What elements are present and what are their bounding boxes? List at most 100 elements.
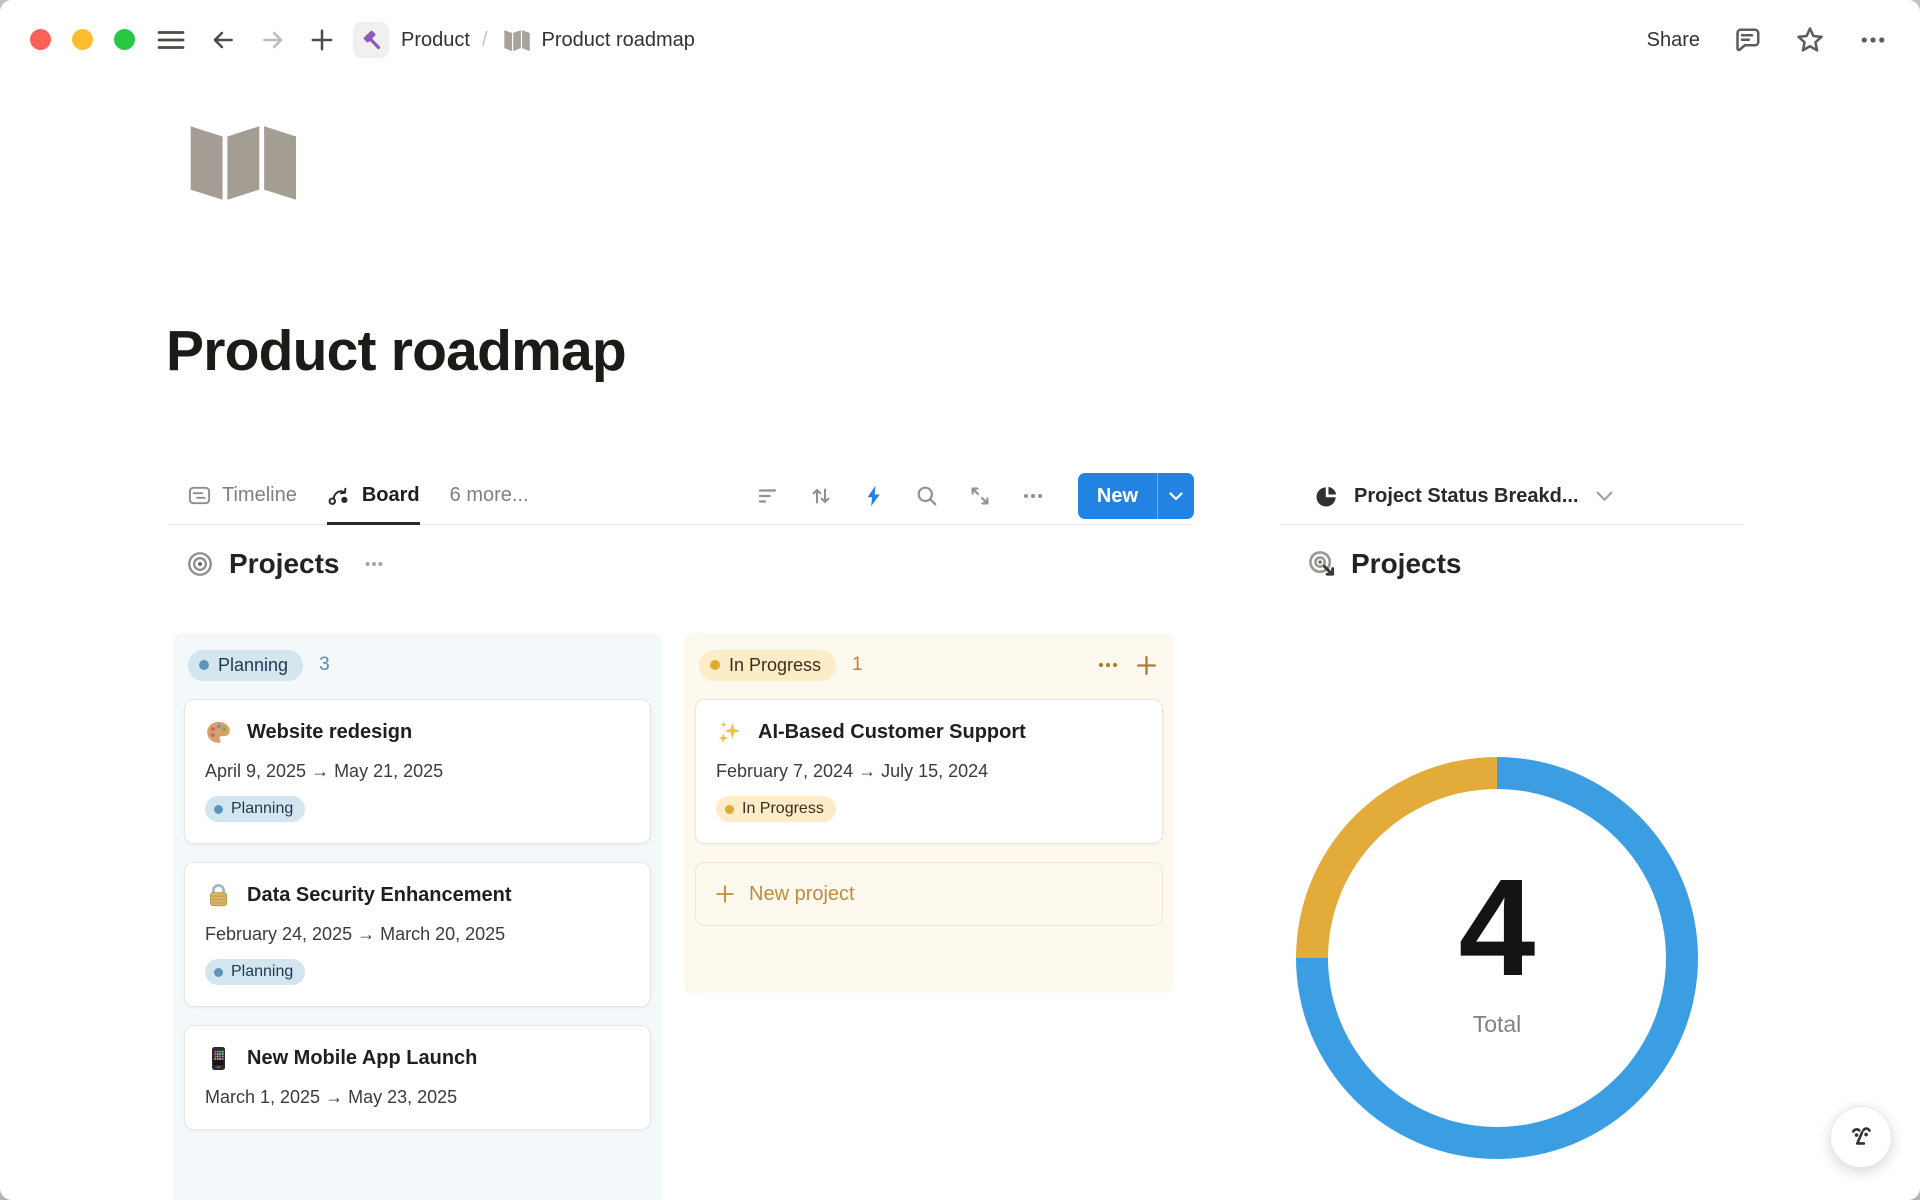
page-icon-map[interactable] bbox=[181, 112, 297, 210]
column-count: 1 bbox=[852, 654, 863, 676]
topbar-actions: Share bbox=[1647, 0, 1888, 80]
status-dot-yellow bbox=[710, 660, 720, 670]
card-website-redesign[interactable]: Website redesign April 9, 2025 → May 21,… bbox=[184, 699, 651, 844]
breadcrumb-workspace-chip[interactable] bbox=[353, 22, 389, 58]
breadcrumb-page-label[interactable]: Product roadmap bbox=[542, 29, 695, 52]
sort-button[interactable] bbox=[809, 484, 833, 508]
tab-timeline[interactable]: Timeline bbox=[188, 468, 297, 525]
chart-view-selector[interactable]: Project Status Breakd... bbox=[1281, 468, 1744, 525]
new-tab-button[interactable] bbox=[307, 0, 337, 80]
zoom-window-button[interactable] bbox=[114, 29, 135, 50]
new-button[interactable]: New bbox=[1078, 485, 1157, 508]
plus-icon bbox=[714, 883, 736, 905]
sparkles-icon bbox=[716, 719, 743, 746]
card-mobile-app[interactable]: New Mobile App Launch March 1, 2025 → Ma… bbox=[184, 1025, 651, 1130]
arrow-right-icon bbox=[260, 27, 286, 53]
search-button[interactable] bbox=[915, 484, 939, 508]
ai-assistant-button[interactable] bbox=[1830, 1106, 1892, 1168]
card-date-range: March 1, 2025 → May 23, 2025 bbox=[205, 1087, 630, 1108]
status-dot-yellow bbox=[725, 805, 734, 814]
arrow-left-icon bbox=[210, 27, 236, 53]
tab-board[interactable]: Board bbox=[327, 468, 420, 525]
new-dropdown-button[interactable] bbox=[1158, 473, 1194, 519]
target-icon bbox=[186, 550, 214, 578]
map-icon bbox=[502, 26, 530, 54]
card-title: Data Security Enhancement bbox=[247, 884, 512, 907]
app-window: Product / Product roadmap Share bbox=[0, 0, 1920, 1200]
column-planning: Planning 3 Website redesig bbox=[173, 633, 662, 1200]
status-dot-blue bbox=[199, 660, 209, 670]
pie-chart-icon bbox=[1314, 484, 1339, 509]
board-options-button[interactable] bbox=[362, 552, 386, 576]
plus-icon bbox=[309, 27, 335, 53]
column-add-card-button[interactable] bbox=[1133, 652, 1159, 678]
card-status-tag: Planning bbox=[205, 796, 305, 822]
chevron-down-icon bbox=[1169, 492, 1183, 501]
column-in-progress: In Progress 1 bbox=[684, 633, 1174, 993]
comments-button[interactable] bbox=[1732, 25, 1762, 55]
lightning-automations-button[interactable] bbox=[862, 484, 886, 508]
chart-view-selector-label: Project Status Breakd... bbox=[1354, 485, 1579, 508]
breadcrumb-workspace-label[interactable]: Product bbox=[401, 29, 470, 52]
board-section-title: Projects bbox=[229, 548, 340, 580]
card-status-tag: In Progress bbox=[716, 796, 836, 822]
card-title: Website redesign bbox=[247, 721, 412, 744]
new-button-group: New bbox=[1078, 473, 1194, 519]
status-label: In Progress bbox=[729, 655, 821, 676]
breadcrumb: Product / Product roadmap bbox=[353, 0, 695, 80]
timeline-icon bbox=[188, 484, 211, 507]
card-title: New Mobile App Launch bbox=[247, 1047, 477, 1070]
breadcrumb-separator: / bbox=[482, 29, 488, 52]
minimize-window-button[interactable] bbox=[72, 29, 93, 50]
tab-board-label: Board bbox=[362, 484, 420, 507]
column-in-progress-header: In Progress 1 bbox=[695, 644, 1163, 686]
column-more-button[interactable] bbox=[1095, 652, 1121, 678]
board-section: Timeline Board 6 more... bbox=[168, 468, 1194, 1200]
view-more-button[interactable] bbox=[1021, 484, 1045, 508]
card-status-tag-label: Planning bbox=[231, 963, 293, 981]
ai-face-icon bbox=[1843, 1119, 1879, 1155]
card-ai-support[interactable]: AI-Based Customer Support February 7, 20… bbox=[695, 699, 1163, 844]
filter-button[interactable] bbox=[756, 484, 780, 508]
tab-more-views[interactable]: 6 more... bbox=[450, 468, 529, 525]
status-pill-planning[interactable]: Planning bbox=[188, 650, 303, 681]
hamburger-icon bbox=[157, 29, 185, 51]
card-date-range: February 24, 2025 → March 20, 2025 bbox=[205, 924, 630, 945]
status-dot-blue bbox=[214, 805, 223, 814]
chevron-down-icon bbox=[1596, 491, 1613, 502]
card-date-range: April 9, 2025 → May 21, 2025 bbox=[205, 761, 630, 782]
back-button[interactable] bbox=[208, 0, 238, 80]
expand-view-button[interactable] bbox=[968, 484, 992, 508]
status-label: Planning bbox=[218, 655, 288, 676]
board-title-row: Projects bbox=[186, 548, 386, 580]
palette-icon bbox=[205, 719, 232, 746]
card-status-tag-label: Planning bbox=[231, 800, 293, 818]
close-window-button[interactable] bbox=[30, 29, 51, 50]
card-title: AI-Based Customer Support bbox=[758, 721, 1026, 744]
donut-center: 4 Total bbox=[1296, 757, 1698, 1159]
column-planning-header: Planning 3 bbox=[184, 644, 651, 686]
favorite-star-button[interactable] bbox=[1794, 24, 1826, 56]
column-count: 3 bbox=[319, 654, 330, 676]
more-options-button[interactable] bbox=[1858, 25, 1888, 55]
total-value: 4 bbox=[1459, 859, 1536, 997]
chart-section: Project Status Breakd... Projects 4 Tota… bbox=[1281, 468, 1744, 1200]
forward-button[interactable] bbox=[258, 0, 288, 80]
chart-title-row[interactable]: Projects bbox=[1308, 548, 1462, 580]
card-status-tag-label: In Progress bbox=[742, 800, 824, 818]
card-date-range: February 7, 2024 → July 15, 2024 bbox=[716, 761, 1142, 782]
new-project-label: New project bbox=[749, 883, 855, 906]
mobile-phone-icon bbox=[205, 1045, 232, 1072]
hammer-icon bbox=[360, 29, 383, 52]
status-pill-in-progress[interactable]: In Progress bbox=[699, 650, 836, 681]
tab-timeline-label: Timeline bbox=[222, 484, 297, 507]
tab-more-label: 6 more... bbox=[450, 484, 529, 507]
new-project-button[interactable]: New project bbox=[695, 862, 1163, 926]
status-dot-blue bbox=[214, 968, 223, 977]
total-label: Total bbox=[1473, 1011, 1522, 1038]
sidebar-toggle-button[interactable] bbox=[155, 0, 187, 80]
page-title[interactable]: Product roadmap bbox=[166, 318, 626, 384]
share-button[interactable]: Share bbox=[1647, 29, 1700, 52]
card-data-security[interactable]: Data Security Enhancement February 24, 2… bbox=[184, 862, 651, 1007]
view-toolbar: New bbox=[756, 473, 1194, 519]
